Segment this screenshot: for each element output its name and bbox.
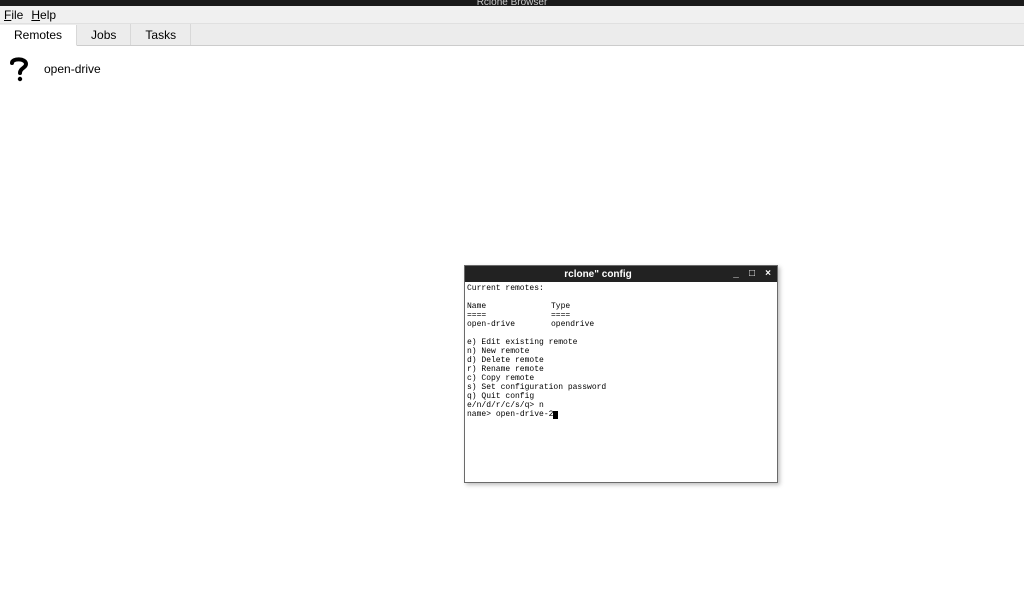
tab-remotes[interactable]: Remotes — [0, 25, 77, 46]
col-rule: ==== — [467, 311, 551, 320]
dialog-titlebar[interactable]: rclone" config _ □ × — [465, 266, 777, 282]
dialog-title: rclone" config — [465, 269, 731, 280]
row-type: opendrive — [551, 320, 594, 329]
rclone-config-dialog[interactable]: rclone" config _ □ × Current remotes: Na… — [464, 265, 778, 483]
tabbar: Remotes Jobs Tasks — [0, 24, 1024, 46]
menubar: File Help — [0, 6, 1024, 24]
menu-line: q) Quit config — [467, 392, 534, 401]
col-name-header: Name — [467, 302, 551, 311]
minimize-icon[interactable]: _ — [731, 269, 741, 279]
terminal-output[interactable]: Current remotes: NameType ======== open-… — [465, 282, 777, 421]
col-type-header: Type — [551, 302, 570, 311]
menu-line: n) New remote — [467, 347, 529, 356]
prompt-choice: e/n/d/r/c/s/q> n — [467, 401, 544, 410]
tab-tasks[interactable]: Tasks — [131, 24, 191, 45]
tab-label: Tasks — [145, 28, 176, 42]
cursor-icon — [553, 411, 558, 419]
app-title: Rclone Browser — [477, 0, 548, 6]
tab-label: Jobs — [91, 28, 116, 42]
remote-item[interactable]: open-drive — [0, 46, 1024, 92]
maximize-icon[interactable]: □ — [747, 269, 757, 279]
close-icon[interactable]: × — [763, 269, 773, 279]
tab-label: Remotes — [14, 28, 62, 42]
tab-jobs[interactable]: Jobs — [77, 24, 131, 45]
menu-line: d) Delete remote — [467, 356, 544, 365]
prompt-name-value: open-drive-2 — [496, 410, 554, 419]
remote-name: open-drive — [44, 62, 101, 76]
menu-line: c) Copy remote — [467, 374, 534, 383]
menu-line: r) Rename remote — [467, 365, 544, 374]
menu-line: s) Set configuration password — [467, 383, 606, 392]
row-name: open-drive — [467, 320, 551, 329]
term-header: Current remotes: — [467, 284, 544, 293]
content-area: open-drive rclone" config _ □ × Current … — [0, 46, 1024, 589]
menu-file[interactable]: File — [4, 8, 23, 22]
window-controls: _ □ × — [731, 269, 777, 279]
col-rule: ==== — [551, 311, 570, 320]
menu-line: e) Edit existing remote — [467, 338, 577, 347]
prompt-name-label: name> — [467, 410, 496, 419]
menu-help[interactable]: Help — [31, 8, 56, 22]
question-icon — [8, 56, 30, 82]
